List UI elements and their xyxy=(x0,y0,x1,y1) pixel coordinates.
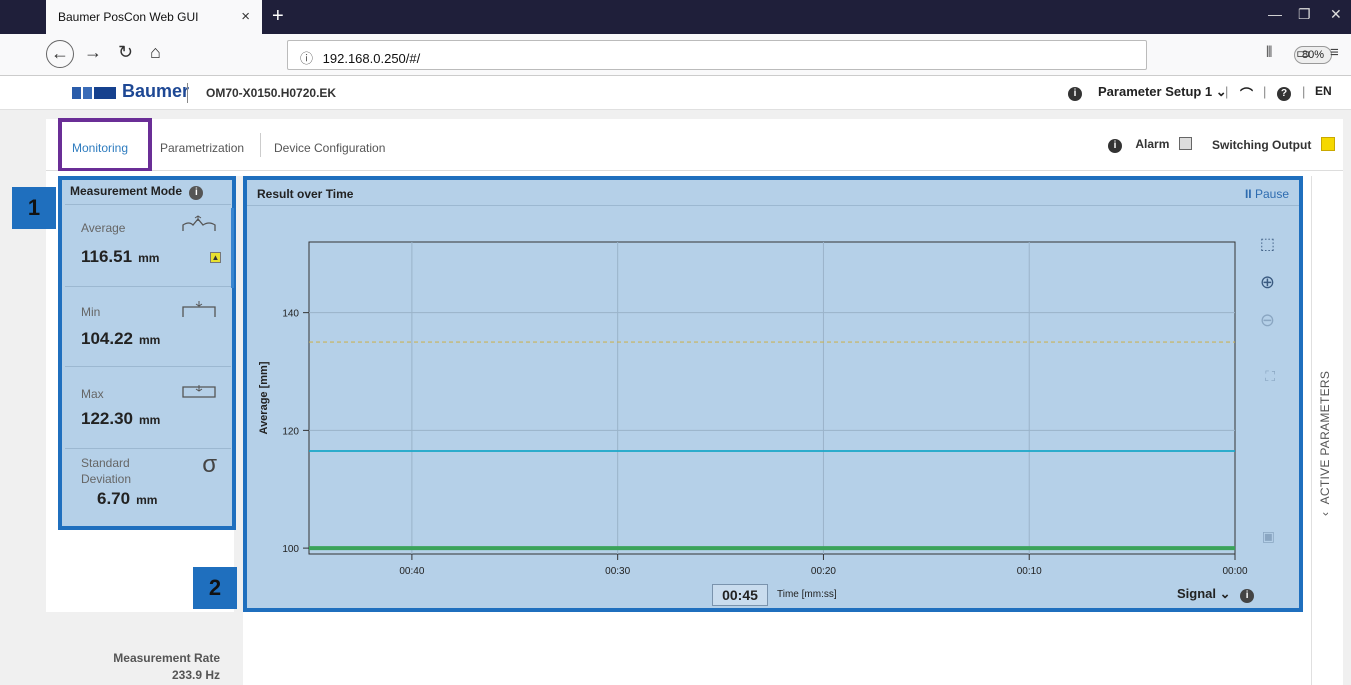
header-divider: | xyxy=(1302,84,1306,99)
chevron-down-icon: ⌄ xyxy=(1219,586,1235,601)
forward-arrow-icon[interactable]: → xyxy=(84,42,102,63)
max-mode-icon xyxy=(181,381,217,406)
min-label: Min xyxy=(81,305,101,319)
minimize-icon[interactable]: — xyxy=(1268,6,1282,22)
active-parameters-label: ‹ ACTIVE PARAMETERS xyxy=(1318,370,1332,516)
x-tick-label: 00:10 xyxy=(1017,566,1042,577)
back-arrow-icon[interactable]: ← xyxy=(46,40,74,68)
info-icon[interactable]: i xyxy=(1108,139,1122,153)
measurement-rate-value: 233.9 Hz xyxy=(171,668,220,682)
parameter-setup-dropdown[interactable]: Parameter Setup 1 ⌄ xyxy=(1098,84,1227,100)
scrollbar[interactable] xyxy=(231,208,234,288)
measurement-mode-panel: Measurement Mode i Average 116.51 mm ▲ Mi… xyxy=(58,176,236,530)
std-deviation-label: Standard Deviation xyxy=(81,456,132,486)
min-mode-icon xyxy=(181,299,217,324)
min-value: 104.22 mm xyxy=(81,329,161,348)
tab-parametrization[interactable]: Parametrization xyxy=(160,141,244,155)
browser-tab[interactable]: Baumer PosCon Web GUI × xyxy=(46,0,262,34)
switching-output-label: Switching Output xyxy=(1212,138,1312,152)
baumer-logo-icon xyxy=(72,87,116,99)
url-bar[interactable]: ⓘ 192.168.0.250/#/ 80% ··· ♡ ☆ xyxy=(287,40,1333,70)
measurement-rate: Measurement Rate 233.9 Hz xyxy=(60,650,220,684)
sidebar-icon[interactable]: ▭ xyxy=(1296,44,1310,62)
y-tick-label: 120 xyxy=(282,426,299,437)
tab-device-configuration[interactable]: Device Configuration xyxy=(274,141,385,155)
time-window-value[interactable]: 00:45 xyxy=(712,584,768,606)
fit-view-icon: ⛶ xyxy=(1265,368,1275,384)
average-card[interactable]: Average 116.51 mm ▲ xyxy=(65,204,231,286)
measurement-rate-label: Measurement Rate xyxy=(113,651,220,665)
tab-divider xyxy=(260,133,261,157)
close-tab-icon[interactable]: × xyxy=(241,8,250,25)
time-axis-label: Time [mm:ss] xyxy=(777,589,837,600)
signal-dropdown[interactable]: Signal ⌄ i xyxy=(1177,586,1255,603)
switching-output-indicator: Switching Output xyxy=(1212,137,1335,152)
average-label: Average xyxy=(81,221,126,235)
std-deviation-value: 6.70 mm xyxy=(97,489,158,508)
alarm-status-box xyxy=(1178,137,1192,150)
max-label: Max xyxy=(81,387,104,401)
min-card[interactable]: Min 104.22 mm xyxy=(65,286,231,366)
info-icon[interactable]: i xyxy=(189,186,204,200)
header-divider: | xyxy=(1263,84,1267,99)
result-over-time-panel: Result over Time II Pause 100 120 140 00:40… xyxy=(243,176,1303,612)
info-icon[interactable]: i xyxy=(1068,84,1082,101)
reload-icon[interactable]: ↻ xyxy=(118,42,133,63)
home-icon[interactable]: ⌂ xyxy=(150,42,161,63)
info-icon[interactable]: i xyxy=(1240,589,1255,603)
callout-badge-2: 2 xyxy=(193,567,237,609)
x-tick-label: 00:30 xyxy=(605,566,630,577)
app-header: Baumer OM70-X0150.H0720.EK i Parameter S… xyxy=(0,76,1351,110)
browser-tab-title: Baumer PosCon Web GUI xyxy=(58,10,199,24)
x-tick-label: 00:40 xyxy=(399,566,424,577)
std-deviation-card[interactable]: Standard Deviation σ 6.70 mm xyxy=(65,448,231,524)
sigma-icon: σ xyxy=(202,451,217,478)
close-window-icon[interactable]: ✕ xyxy=(1330,6,1342,23)
save-icon: ▣ xyxy=(1261,528,1275,544)
callout-badge-1: 1 xyxy=(12,187,56,229)
average-value: 116.51 mm xyxy=(81,247,160,266)
url-text: 192.168.0.250/#/ xyxy=(322,51,421,66)
switching-marker-icon: ▲ xyxy=(210,252,221,263)
average-mode-icon xyxy=(181,215,217,240)
box-select-icon[interactable]: ⬚ xyxy=(1260,234,1275,254)
tab-monitoring[interactable]: Monitoring xyxy=(72,141,128,155)
y-tick-label: 100 xyxy=(282,544,299,555)
measurement-mode-title: Measurement Mode i xyxy=(70,184,204,200)
menu-icon[interactable]: ≡ xyxy=(1330,44,1339,61)
plot-frame xyxy=(308,241,1236,555)
x-tick-label: 00:00 xyxy=(1222,566,1247,577)
chevron-left-icon: ‹ xyxy=(1318,511,1332,516)
sensor-icon[interactable]: ⌒ xyxy=(1240,84,1253,103)
restore-icon[interactable]: ❐ xyxy=(1298,6,1311,23)
switching-output-status-box xyxy=(1320,137,1335,151)
zoom-out-icon: ⊖ xyxy=(1259,310,1275,330)
max-value: 122.30 mm xyxy=(81,409,161,428)
library-icon[interactable]: ⫴ xyxy=(1266,44,1272,61)
header-divider: | xyxy=(1225,84,1229,99)
chart-plot[interactable]: 100 120 140 00:40 00:30 00:20 00:10 00:00 Averag… xyxy=(247,180,1299,608)
site-info-icon[interactable]: ⓘ xyxy=(300,51,313,66)
alarm-indicator: i Alarm xyxy=(1108,137,1192,153)
x-tick-label: 00:20 xyxy=(811,566,836,577)
max-card[interactable]: Max 122.30 mm xyxy=(65,366,231,448)
language-selector[interactable]: EN xyxy=(1315,84,1332,98)
y-tick-label: 140 xyxy=(282,309,299,320)
device-id: OM70-X0150.H0720.EK xyxy=(206,86,337,100)
main-tabs: Monitoring Parametrization Device Config… xyxy=(46,118,1343,172)
header-separator xyxy=(187,83,188,103)
zoom-in-icon[interactable]: ⊕ xyxy=(1260,272,1275,293)
parameter-setup-label: Parameter Setup 1 xyxy=(1098,84,1213,99)
y-axis-label: Average [mm] xyxy=(258,361,270,434)
brand-name: Baumer xyxy=(122,81,190,101)
new-tab-icon[interactable]: + xyxy=(272,5,284,28)
help-icon[interactable]: ? xyxy=(1277,84,1291,101)
active-parameters-bar[interactable]: ‹ ACTIVE PARAMETERS xyxy=(1311,176,1343,685)
browser-navbar: ← → ↻ ⌂ ⓘ 192.168.0.250/#/ 80% ··· ♡ ☆ ⫴… xyxy=(0,34,1351,76)
alarm-label: Alarm xyxy=(1135,137,1170,151)
browser-titlebar: Baumer PosCon Web GUI × + — ❐ ✕ xyxy=(0,0,1351,34)
